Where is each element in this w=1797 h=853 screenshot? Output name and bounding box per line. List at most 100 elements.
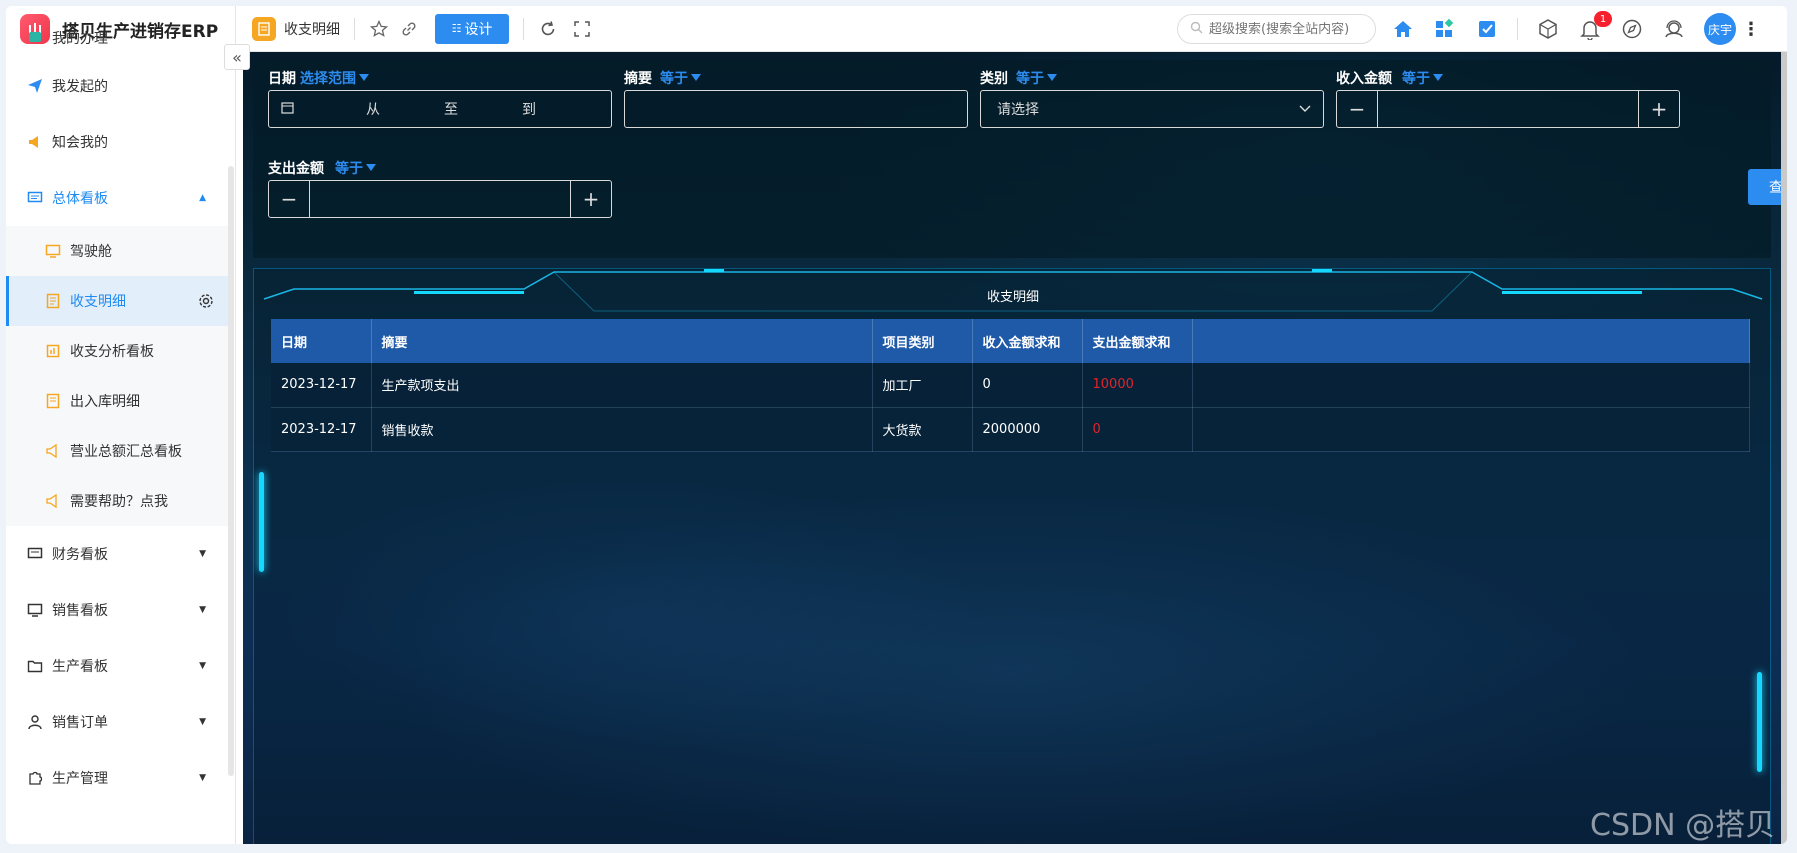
increment-button[interactable]: + [1639,91,1679,127]
increment-button[interactable]: + [571,181,611,217]
sidebar-item-inout-detail[interactable]: 出入库明细 [6,376,228,426]
sidebar-group-finance[interactable]: 财务看板 ▼ [6,526,228,582]
filter-category-operator[interactable]: 等于 [1016,68,1057,88]
category-select[interactable]: 请选择 [980,90,1324,128]
sidebar: 搭贝生产进销存ERP 我的办理 我发起的 知会我的 总体看板 ▲ 驾驶舱 收支明… [6,6,236,844]
list-icon: ☷ [451,22,462,35]
gear-icon[interactable] [198,293,214,309]
income-value[interactable] [1377,91,1639,127]
cell-category: 大货款 [872,407,973,452]
col-date[interactable]: 日期 [271,319,372,363]
col-income-sum[interactable]: 收入金额求和 [972,319,1083,363]
fullscreen-icon[interactable] [572,19,592,39]
refresh-icon[interactable] [538,19,558,39]
caret-down-icon [1433,74,1443,81]
design-button[interactable]: ☷ 设计 [435,13,509,44]
filter-summary-label: 摘要 [624,71,652,87]
date-range-picker[interactable]: 从 至 到 [268,90,612,128]
sidebar-group-sales-board[interactable]: 销售看板 ▼ [6,582,228,638]
query-button[interactable]: 查询 [1748,169,1781,205]
topbar-actions: 1 庆宇 ⋮ [1391,6,1760,52]
table-row[interactable]: 2023-12-17 生产款项支出 加工厂 0 10000 [271,363,1750,408]
bell-icon[interactable]: 1 [1578,11,1612,41]
table-header-row: 日期 摘要 项目类别 收入金额求和 支出金额求和 [271,319,1750,363]
filter-summary-operator[interactable]: 等于 [660,68,701,88]
notification-badge: 1 [1594,11,1612,27]
sidebar-item-help[interactable]: 需要帮助？点我 [6,476,228,526]
expense-stepper[interactable]: − + [268,180,612,218]
col-blank [1192,319,1750,363]
folder-icon [26,657,44,675]
col-summary[interactable]: 摘要 [371,319,873,363]
megaphone-icon [44,492,62,510]
monitor-icon [44,242,62,260]
caret-down-icon: ▼ [199,605,206,615]
table-row[interactable]: 2023-12-17 销售收款 大货款 2000000 0 [271,407,1750,452]
decrement-button[interactable]: − [269,181,309,217]
decrement-button[interactable]: − [1337,91,1377,127]
task-icon [26,28,44,46]
income-expense-table: 日期 摘要 项目类别 收入金额求和 支出金额求和 2023-12-17 生产款项… [271,319,1750,452]
megaphone-icon [26,133,44,151]
sidebar-group-production-board[interactable]: 生产看板 ▼ [6,638,228,694]
summary-input[interactable] [625,91,967,127]
col-expense-sum[interactable]: 支出金额求和 [1082,319,1193,363]
filter-income-operator[interactable]: 等于 [1402,68,1443,88]
caret-up-icon: ▲ [199,193,206,203]
sidebar-group-sales-orders[interactable]: 销售订单 ▼ [6,694,228,750]
apps-icon[interactable] [1433,17,1457,41]
cube-icon[interactable] [1536,17,1560,41]
user-avatar[interactable]: 庆宇 [1704,13,1736,45]
filter-panel: 日期 选择范围 从 至 到 摘要 等于 类别 等于 请选择 收入金额 等于 − … [253,60,1771,258]
filter-expense-operator[interactable]: 等于 [335,158,376,178]
filter-date-operator[interactable]: 选择范围 [300,68,369,88]
expense-value[interactable] [309,181,571,217]
sidebar-item-cockpit[interactable]: 驾驶舱 [6,226,228,276]
page-document-icon [252,16,276,41]
page-title: 收支明细 [284,21,340,38]
star-icon[interactable] [369,19,389,39]
caret-down-icon: ▼ [199,549,206,559]
app-window: 搭贝生产进销存ERP 我的办理 我发起的 知会我的 总体看板 ▲ 驾驶舱 收支明… [6,6,1787,844]
sidebar-group-production-mgmt[interactable]: 生产管理 ▼ [6,750,228,806]
col-category[interactable]: 项目类别 [872,319,973,363]
compass-icon[interactable] [1620,17,1644,41]
todo-check-icon[interactable] [1475,17,1499,41]
sidebar-menu: 我的办理 我发起的 知会我的 总体看板 ▲ 驾驶舱 收支明细 收支分析看板 出入… [6,28,228,806]
date-from-label: 从 [366,102,380,118]
caret-down-icon [1047,74,1057,81]
home-icon[interactable] [1391,17,1415,41]
global-search[interactable] [1177,14,1376,44]
divider [1517,18,1518,40]
sidebar-item-analysis-board[interactable]: 收支分析看板 [6,326,228,376]
send-icon [26,77,44,95]
filter-category-label: 类别 [980,71,1008,87]
cell-blank [1192,363,1750,408]
summary-input-box[interactable] [624,90,968,128]
page-scrollbar[interactable] [1781,52,1787,844]
cell-expense: 0 [1082,407,1193,452]
sidebar-item-my-handling[interactable]: 我的办理 [6,28,228,58]
search-input[interactable] [1209,21,1369,37]
document-icon [44,392,62,410]
sidebar-item-income-expense[interactable]: 收支明细 [6,276,228,326]
date-sep-label: 至 [444,102,458,118]
cell-income: 0 [972,363,1083,408]
sidebar-group-overview[interactable]: 总体看板 ▲ [6,170,228,226]
board-icon [26,189,44,207]
table-panel: 收支明细 日期 摘要 项目类别 收入金额求和 支出金额求和 2023-12-17 [253,268,1771,844]
more-vertical-icon[interactable]: ⋮ [1742,19,1760,40]
user-icon [26,713,44,731]
collapse-sidebar-button[interactable]: « [224,44,250,70]
link-icon[interactable] [399,19,419,39]
search-icon [1190,21,1203,38]
caret-down-icon [366,164,376,171]
income-stepper[interactable]: − + [1336,90,1680,128]
sidebar-item-initiated[interactable]: 我发起的 [6,58,228,114]
cell-expense: 10000 [1082,363,1193,408]
support-icon[interactable] [1662,17,1686,41]
cell-blank [1192,407,1750,452]
sidebar-scrollbar[interactable] [228,166,234,776]
sidebar-item-notified[interactable]: 知会我的 [6,114,228,170]
sidebar-item-revenue-summary[interactable]: 营业总额汇总看板 [6,426,228,476]
